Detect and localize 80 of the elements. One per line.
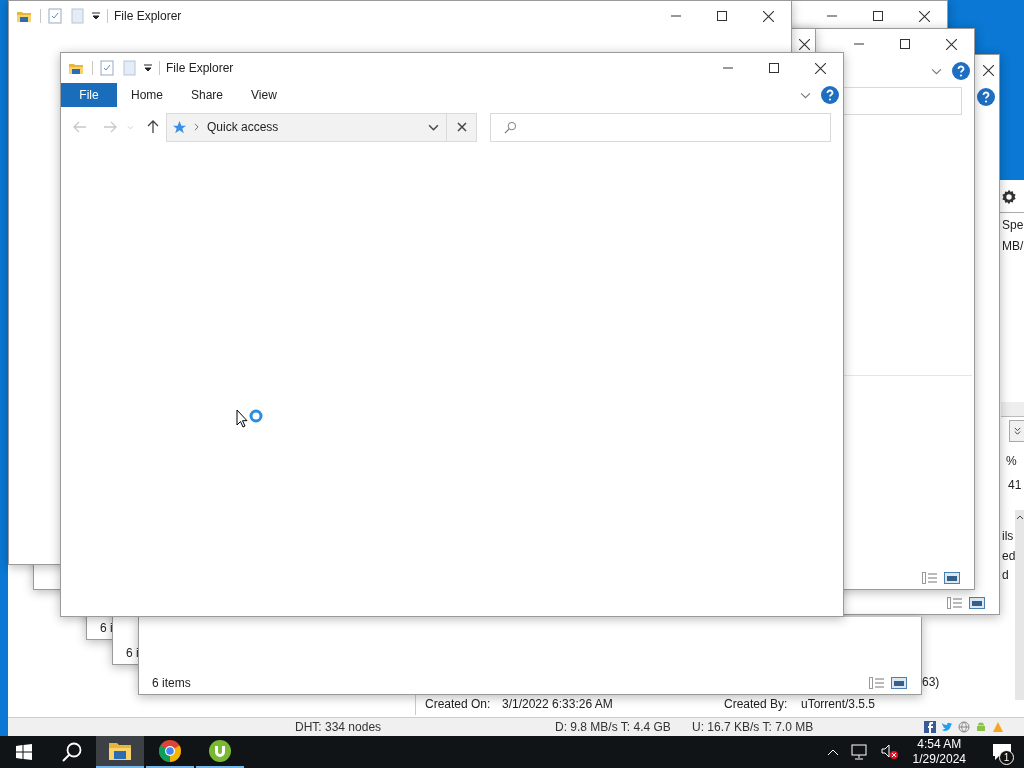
panel-text: d — [1002, 568, 1009, 582]
notifications-button[interactable]: 1 — [980, 736, 1024, 768]
address-field[interactable] — [842, 87, 962, 115]
up-arrow-icon[interactable] — [147, 120, 159, 134]
help-icon[interactable] — [977, 88, 995, 106]
item-count: 6 items — [152, 676, 191, 690]
dropdown-icon[interactable] — [428, 123, 439, 131]
close-icon — [918, 10, 930, 22]
maximize-icon — [900, 39, 910, 49]
help-icon[interactable] — [952, 62, 970, 80]
scroll-up-icon[interactable] — [1015, 514, 1024, 520]
ribbon-tab[interactable]: Share — [177, 83, 238, 107]
panel-text: MB/ — [1002, 239, 1024, 253]
thumbnail-view-icon[interactable] — [891, 677, 907, 689]
address-text: Quick access — [207, 120, 279, 134]
item-count: 6 i — [100, 621, 113, 635]
clock[interactable]: 4:54 AM 1/29/2024 — [904, 736, 980, 768]
detail-value: uTorrent/3.5.5 — [801, 697, 877, 711]
chevron-right-icon — [194, 123, 199, 131]
detail-label: Created On: — [424, 697, 492, 711]
scrollbar[interactable] — [1015, 510, 1024, 700]
window-title: File Explorer — [166, 61, 234, 75]
windows-logo-icon — [16, 744, 32, 760]
detail-label: Created By: — [723, 697, 789, 711]
maximize-icon — [873, 11, 883, 21]
address-bar[interactable]: Quick access — [166, 112, 447, 142]
thumbnail-view-icon[interactable] — [944, 572, 960, 584]
ribbon-tab[interactable]: View — [237, 83, 291, 107]
details-view-icon[interactable] — [922, 572, 938, 584]
details-view-icon[interactable] — [869, 677, 885, 689]
thumbnail-view-icon[interactable] — [969, 597, 985, 609]
stop-button[interactable] — [447, 112, 477, 142]
facebook-icon[interactable] — [924, 721, 936, 733]
clock-date: 1/29/2024 — [912, 752, 966, 767]
search-icon — [62, 742, 82, 762]
close-icon — [814, 62, 826, 74]
expand-ribbon-icon[interactable] — [931, 67, 942, 75]
utorrent-icon — [208, 739, 232, 763]
detail-value: 3/1/2022 6:33:26 AM — [502, 697, 614, 711]
double-chevron-icon — [1012, 426, 1022, 436]
notification-badge: 1 — [999, 750, 1014, 765]
maximize-icon — [717, 11, 727, 21]
maximize-icon — [769, 63, 779, 73]
info-text: 63) — [922, 675, 940, 689]
help-icon[interactable] — [821, 86, 839, 104]
folder-icon — [108, 741, 132, 761]
network-icon[interactable] — [850, 744, 869, 760]
panel-text: Spe — [1002, 218, 1024, 232]
panel-header — [1001, 402, 1024, 417]
close-icon — [945, 38, 957, 50]
star-icon — [172, 119, 187, 135]
search-icon — [504, 120, 517, 134]
settings-icon[interactable] — [1000, 188, 1018, 206]
status-text: D: 9.8 MB/s T: 4.4 GB — [555, 720, 671, 734]
expand-ribbon-icon[interactable] — [800, 91, 811, 99]
clock-time: 4:54 AM — [917, 737, 962, 752]
window-title: File Explorer — [114, 9, 182, 23]
expand-button[interactable] — [1009, 420, 1024, 442]
close-icon — [456, 122, 467, 132]
file-menu-tab[interactable]: File — [61, 83, 117, 107]
close-icon — [798, 38, 810, 50]
panel-text: % — [1006, 454, 1017, 468]
close-icon — [762, 10, 774, 22]
close-icon — [982, 64, 994, 76]
dropdown-icon[interactable] — [143, 63, 153, 73]
dropdown-icon[interactable] — [91, 11, 101, 21]
details-view-icon[interactable] — [947, 597, 963, 609]
taskbar-app[interactable] — [96, 736, 144, 768]
ribbon-tab[interactable]: Home — [117, 83, 177, 107]
item-count: 6 i — [126, 646, 139, 660]
globe-icon[interactable] — [958, 721, 970, 733]
status-text: U: 16.7 KB/s T: 7.0 MB — [692, 720, 814, 734]
panel-text: 41 — [1008, 478, 1022, 492]
search-field[interactable] — [490, 112, 831, 142]
volume-muted-icon[interactable] — [880, 744, 899, 760]
panel-text: ed — [1002, 549, 1016, 563]
panel-text: ils — [1002, 529, 1014, 543]
chrome-icon — [158, 739, 182, 763]
show-hidden-icons[interactable] — [826, 748, 839, 756]
status-text: DHT: 334 nodes — [295, 720, 382, 734]
